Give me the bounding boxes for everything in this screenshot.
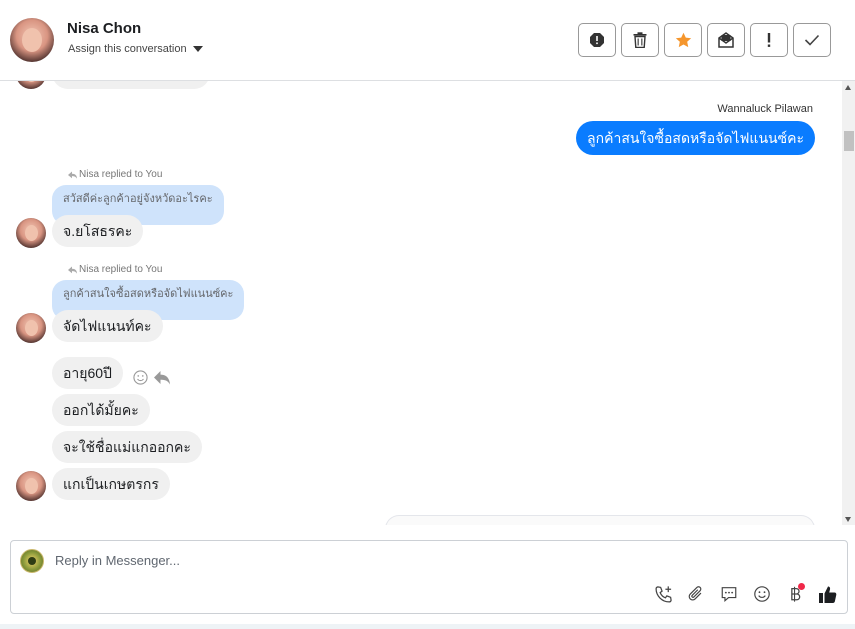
incoming-message[interactable]: ออกได้มั้ยคะ xyxy=(52,394,150,426)
message-card-partial xyxy=(385,515,815,525)
call-add-icon xyxy=(654,585,672,603)
conversation-actions xyxy=(578,23,831,57)
contact-avatar-small xyxy=(16,471,46,501)
react-emoji-icon[interactable] xyxy=(133,370,148,385)
saved-replies-button[interactable] xyxy=(718,583,740,605)
replied-to-label: Nisa replied to You xyxy=(79,264,163,275)
message-hover-tools xyxy=(133,370,170,385)
like-icon xyxy=(819,586,837,603)
reply-icon[interactable] xyxy=(154,370,170,385)
delete-button[interactable] xyxy=(621,23,659,57)
contact-avatar-small xyxy=(16,81,46,89)
reply-input[interactable] xyxy=(55,553,655,568)
contact-avatar-small xyxy=(16,313,46,343)
incoming-message[interactable]: จะใช้ชื่อแม่แกออกคะ xyxy=(52,431,202,463)
notification-dot xyxy=(798,583,805,590)
star-button[interactable] xyxy=(664,23,702,57)
composer-toolbar xyxy=(652,583,839,605)
assign-conversation-dropdown[interactable]: Assign this conversation xyxy=(68,43,203,55)
reply-composer xyxy=(10,540,848,614)
page-avatar xyxy=(20,549,44,573)
messenger-inbox: Nisa Chon Assign this conversation Wanna… xyxy=(0,0,855,629)
thread-scrollbar[interactable] xyxy=(842,81,855,525)
incoming-message[interactable]: แกเป็นเกษตรกร xyxy=(52,468,170,500)
check-icon xyxy=(804,34,820,46)
scroll-down-arrow-icon[interactable] xyxy=(845,517,851,522)
incoming-message[interactable]: จ.ยโสธรคะ xyxy=(52,215,144,247)
replied-to-label: Nisa replied to You xyxy=(79,169,163,180)
reply-arrow-icon xyxy=(68,171,77,179)
assign-label: Assign this conversation xyxy=(68,43,187,55)
contact-name[interactable]: Nisa Chon xyxy=(67,20,141,37)
scroll-up-arrow-icon[interactable] xyxy=(845,85,851,90)
trash-icon xyxy=(633,32,647,48)
incoming-message[interactable]: จัดไฟแนนท์คะ xyxy=(52,310,163,342)
replied-to-indicator: Nisa replied to You xyxy=(68,264,162,275)
scroll-thumb[interactable] xyxy=(844,131,854,151)
mark-unread-button[interactable] xyxy=(707,23,745,57)
mark-spam-button[interactable] xyxy=(578,23,616,57)
page-bottom-edge xyxy=(0,624,855,629)
like-button[interactable] xyxy=(817,583,839,605)
spam-icon xyxy=(590,33,604,47)
attach-button[interactable] xyxy=(685,583,707,605)
saved-replies-icon xyxy=(721,587,737,603)
attachment-icon xyxy=(688,586,702,601)
reply-arrow-icon xyxy=(68,266,77,274)
mark-important-button[interactable] xyxy=(750,23,788,57)
message-thread[interactable]: Wannaluck Pilawan ลูกค้าสนใจซื้อสดหรือจั… xyxy=(0,81,842,525)
caret-down-icon xyxy=(192,46,203,52)
payment-button[interactable] xyxy=(784,583,806,605)
conversation-header: Nisa Chon Assign this conversation xyxy=(0,0,855,81)
contact-avatar[interactable] xyxy=(10,18,54,62)
message-bubble-partial xyxy=(52,81,210,89)
mark-done-button[interactable] xyxy=(793,23,831,57)
star-icon xyxy=(675,32,691,48)
call-button[interactable] xyxy=(652,583,674,605)
incoming-message[interactable]: อายุ60ปี xyxy=(52,357,123,389)
outgoing-message[interactable]: ลูกค้าสนใจซื้อสดหรือจัดไฟแนนซ์คะ xyxy=(576,121,815,155)
emoji-button[interactable] xyxy=(751,583,773,605)
mark-unread-icon xyxy=(718,32,734,48)
sender-name: Wannaluck Pilawan xyxy=(717,103,813,115)
contact-avatar-small xyxy=(16,218,46,248)
exclamation-icon xyxy=(767,33,771,47)
emoji-icon xyxy=(754,586,770,602)
replied-to-indicator: Nisa replied to You xyxy=(68,169,162,180)
